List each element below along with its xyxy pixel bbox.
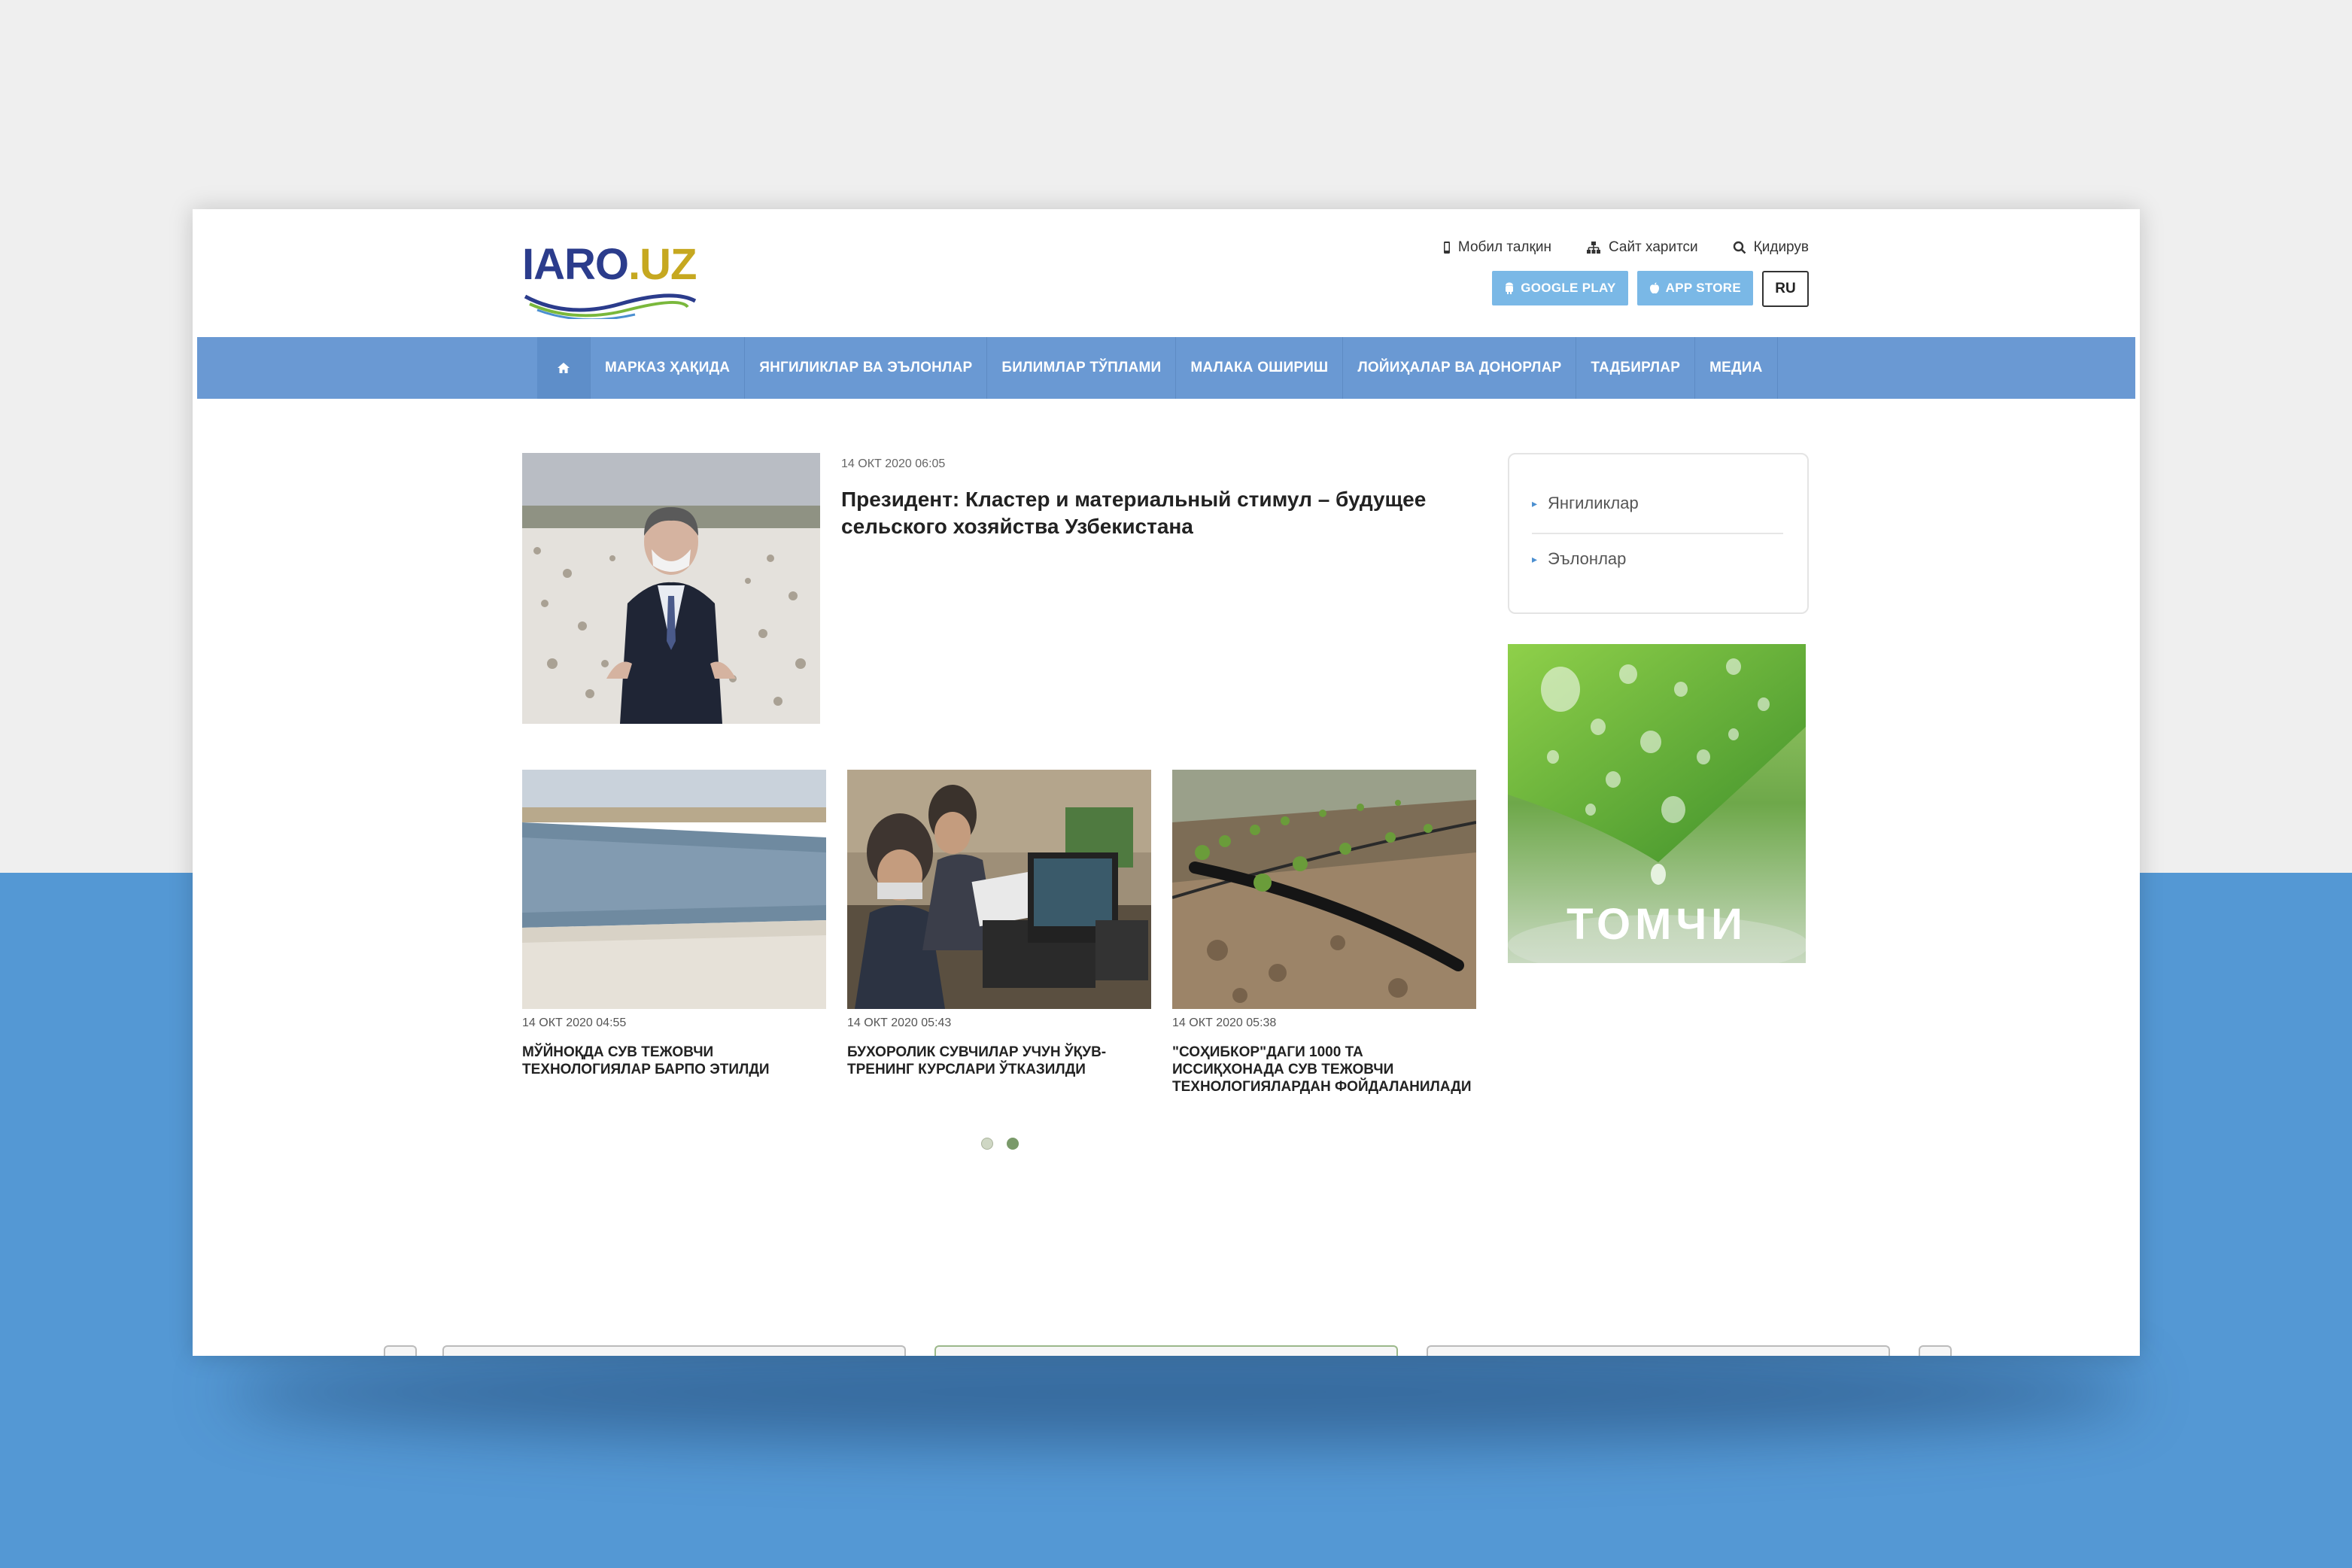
news-card-title[interactable]: "СОҲИБКОР"ДАГИ 1000 ТА ИССИҚХОНАДА СУВ Т… [1172, 1044, 1476, 1095]
app-store-button[interactable]: APP STORE [1636, 271, 1753, 305]
news-card-image[interactable] [1172, 770, 1476, 1009]
triangle-right-icon: ▸ [1532, 497, 1538, 509]
nav-projects[interactable]: ЛОЙИҲАЛАР ВА ДОНОРЛАР [1343, 337, 1577, 399]
news-card-title[interactable]: БУХОРОЛИК СУВЧИЛАР УЧУН ЎҚУВ-ТРЕНИНГ КУР… [847, 1044, 1151, 1078]
news-card-date: 14 ОКТ 2020 04:55 [522, 1016, 627, 1029]
nav-knowledge[interactable]: БИЛИМЛАР ТЎПЛАМИ [987, 337, 1177, 399]
carousel-dot[interactable] [981, 1138, 993, 1150]
featured-news-title[interactable]: Президент: Кластер и материальный стимул… [841, 486, 1488, 540]
search-label: Қидирув [1753, 239, 1809, 255]
carousel-dots [981, 1138, 1019, 1150]
mobile-version-link[interactable]: Мобил талқин [1443, 239, 1551, 256]
tomchi-banner[interactable]: ТОМЧИ [1508, 644, 1806, 963]
strip-arrow-left[interactable] [384, 1345, 417, 1356]
main-nav: МАРКАЗ ҲАҚИДА ЯНГИЛИКЛАР ВА ЭЪЛОНЛАР БИЛ… [537, 337, 1778, 399]
carousel-dot-active[interactable] [1007, 1138, 1019, 1150]
sidebar-item-announcements[interactable]: ▸ Эълонлар [1532, 549, 1783, 569]
featured-photo [522, 453, 820, 724]
search-icon [1733, 241, 1746, 254]
partner-tile[interactable] [1427, 1345, 1890, 1356]
google-play-label: GOOGLE PLAY [1521, 281, 1616, 295]
sidebar-item-news[interactable]: ▸ Янгиликлар [1532, 494, 1783, 513]
news-card-title[interactable]: МЎЙНОҚДА СУВ ТЕЖОВЧИ ТЕХНОЛОГИЯЛАР БАРПО… [522, 1044, 826, 1078]
news-card-date: 14 ОКТ 2020 05:43 [847, 1016, 952, 1029]
nav-events[interactable]: ТАДБИРЛАР [1576, 337, 1696, 399]
nav-about[interactable]: МАРКАЗ ҲАҚИДА [591, 337, 746, 399]
google-play-button[interactable]: GOOGLE PLAY [1492, 271, 1628, 305]
tomchi-banner-text: ТОМЧИ [1566, 900, 1747, 949]
sitemap-icon [1586, 242, 1600, 254]
app-store-label: APP STORE [1665, 281, 1741, 295]
apple-icon [1649, 282, 1659, 294]
news-card[interactable]: 14 ОКТ 2020 05:38 "СОҲИБКОР"ДАГИ 1000 ТА… [1172, 770, 1476, 1095]
language-switch-button[interactable]: RU [1762, 271, 1809, 307]
sidebar-item-label: Эълонлар [1548, 549, 1627, 568]
sidebar-item-label: Янгиликлар [1548, 494, 1639, 512]
news-card-date: 14 ОКТ 2020 05:38 [1172, 1016, 1277, 1029]
nav-training[interactable]: МАЛАКА ОШИРИШ [1176, 337, 1344, 399]
sitemap-label: Сайт харитси [1608, 239, 1698, 255]
triangle-right-icon: ▸ [1532, 552, 1538, 565]
partner-tile[interactable] [934, 1345, 1398, 1356]
main-navbar: МАРКАЗ ҲАҚИДА ЯНГИЛИКЛАР ВА ЭЪЛОНЛАР БИЛ… [197, 337, 2135, 399]
mobile-version-label: Мобил талқин [1457, 239, 1551, 255]
nav-media[interactable]: МЕДИА [1695, 337, 1778, 399]
strip-arrow-right[interactable] [1919, 1345, 1952, 1356]
news-card-image[interactable] [522, 770, 826, 1009]
drip-irrigation-photo [1172, 770, 1476, 1009]
home-icon [558, 363, 570, 373]
partner-tile[interactable] [442, 1345, 906, 1356]
news-card[interactable]: 14 ОКТ 2020 05:43 БУХОРОЛИК СУВЧИЛАР УЧУ… [847, 770, 1151, 1078]
search-link[interactable]: Қидирув [1733, 239, 1809, 256]
sidebar-divider [1532, 533, 1783, 534]
site-logo[interactable]: IARO.UZ [522, 239, 718, 322]
logo-swoosh-icon [524, 293, 697, 319]
top-links: Мобил талқин Сайт харитси Қидирув [1443, 239, 1809, 256]
android-icon [1506, 282, 1514, 294]
news-card[interactable]: 14 ОКТ 2020 04:55 МЎЙНОҚДА СУВ ТЕЖОВЧИ Т… [522, 770, 826, 1078]
training-photo [847, 770, 1151, 1009]
nav-home[interactable] [537, 337, 591, 399]
sitemap-link[interactable]: Сайт харитси [1586, 239, 1698, 256]
store-buttons: GOOGLE PLAY APP STORE RU [1492, 271, 1809, 307]
partners-strip [193, 1341, 2140, 1356]
reservoir-photo [522, 770, 826, 1009]
mobile-icon [1443, 242, 1450, 254]
featured-news-image[interactable] [522, 453, 820, 724]
sidebar-menu: ▸ Янгиликлар ▸ Эълонлар [1508, 453, 1809, 614]
nav-news[interactable]: ЯНГИЛИКЛАР ВА ЭЪЛОНЛАР [745, 337, 988, 399]
browser-frame: IARO.UZ Мобил талқин Сайт харитси Қидиру… [193, 209, 2140, 1356]
featured-news-date: 14 ОКТ 2020 06:05 [841, 457, 946, 470]
news-card-image[interactable] [847, 770, 1151, 1009]
